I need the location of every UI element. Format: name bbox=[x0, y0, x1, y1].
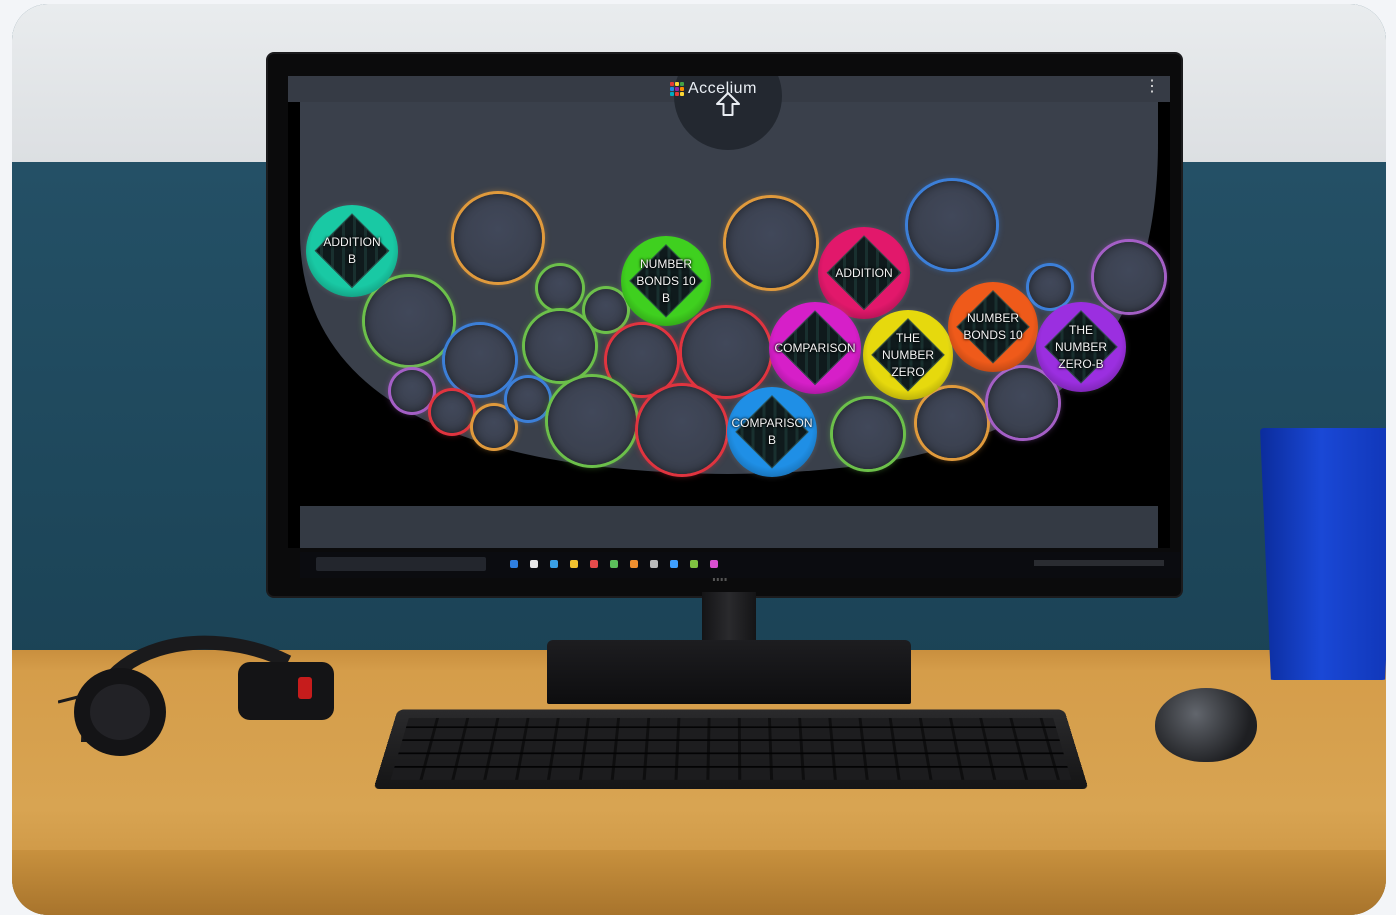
empty-bubble bbox=[908, 181, 996, 269]
keyboard bbox=[373, 710, 1088, 790]
windows-taskbar bbox=[300, 552, 1180, 578]
empty-bubble bbox=[391, 370, 433, 412]
app-top-bar: Accelium ⋮ bbox=[288, 76, 1170, 102]
taskbar-app-icon[interactable] bbox=[510, 560, 518, 568]
topic-bubble-addition-b[interactable]: ADDITION B bbox=[306, 205, 398, 297]
app-screen: ADDITION B NUMBER BONDS 10 B ADDITION COMPA… bbox=[288, 76, 1170, 548]
taskbar-app-icon[interactable] bbox=[690, 560, 698, 568]
logo-text: Accelium bbox=[688, 80, 757, 98]
topic-bubble-comparison-b[interactable]: COMPARISON B bbox=[727, 387, 817, 477]
taskbar-app-icon[interactable] bbox=[610, 560, 618, 568]
empty-bubble bbox=[473, 406, 515, 448]
empty-bubble bbox=[525, 311, 595, 381]
topic-bubble-comparison[interactable]: COMPARISON bbox=[769, 302, 861, 394]
topic-label: NUMBER BONDS 10 bbox=[948, 282, 1038, 372]
taskbar-app-icon[interactable] bbox=[650, 560, 658, 568]
topic-label: NUMBER BONDS 10 B bbox=[621, 236, 711, 326]
taskbar-app-icon[interactable] bbox=[570, 560, 578, 568]
blue-cup bbox=[1260, 428, 1386, 680]
kebab-menu-icon[interactable]: ⋮ bbox=[1144, 79, 1160, 95]
computer-mouse bbox=[1155, 688, 1257, 762]
accelium-logo: Accelium bbox=[670, 80, 757, 98]
empty-bubble bbox=[833, 399, 903, 469]
system-tray bbox=[1034, 560, 1164, 566]
app-bottom-bar bbox=[300, 506, 1158, 548]
monitor-stand-base bbox=[547, 640, 911, 704]
empty-bubble bbox=[507, 378, 549, 420]
headphones-icon bbox=[58, 622, 338, 762]
taskbar-app-icon[interactable] bbox=[550, 560, 558, 568]
desk-edge bbox=[12, 850, 1386, 915]
logo-mark-icon bbox=[670, 82, 684, 96]
taskbar-app-icon[interactable] bbox=[590, 560, 598, 568]
taskbar-app-icon[interactable] bbox=[710, 560, 718, 568]
empty-bubble bbox=[445, 325, 515, 395]
empty-bubble bbox=[538, 266, 582, 310]
taskbar-app-icon[interactable] bbox=[670, 560, 678, 568]
taskbar-app-icon[interactable] bbox=[530, 560, 538, 568]
empty-bubble bbox=[638, 386, 726, 474]
topic-label: COMPARISON B bbox=[727, 387, 817, 477]
topic-label: THE NUMBER ZERO-B bbox=[1036, 302, 1126, 392]
topic-label: ADDITION B bbox=[306, 205, 398, 297]
topic-bubble-the-number-zero[interactable]: THE NUMBER ZERO bbox=[863, 310, 953, 400]
topic-label: THE NUMBER ZERO bbox=[863, 310, 953, 400]
topic-bubble-number-bonds-10[interactable]: NUMBER BONDS 10 bbox=[948, 282, 1038, 372]
topic-label: COMPARISON bbox=[769, 302, 861, 394]
taskbar-search-input[interactable] bbox=[316, 557, 486, 571]
topic-bubble-number-bonds-10-b[interactable]: NUMBER BONDS 10 B bbox=[621, 236, 711, 326]
taskbar-app-icon[interactable] bbox=[630, 560, 638, 568]
empty-bubble bbox=[454, 194, 542, 282]
empty-bubble bbox=[431, 391, 473, 433]
bubble-bowl-area: ADDITION B NUMBER BONDS 10 B ADDITION COMPA… bbox=[288, 102, 1170, 482]
empty-bubble bbox=[726, 198, 816, 288]
topic-bubble-the-number-zero-b[interactable]: THE NUMBER ZERO-B bbox=[1036, 302, 1126, 392]
empty-bubble bbox=[548, 377, 636, 465]
taskbar-app-icons bbox=[510, 560, 718, 568]
